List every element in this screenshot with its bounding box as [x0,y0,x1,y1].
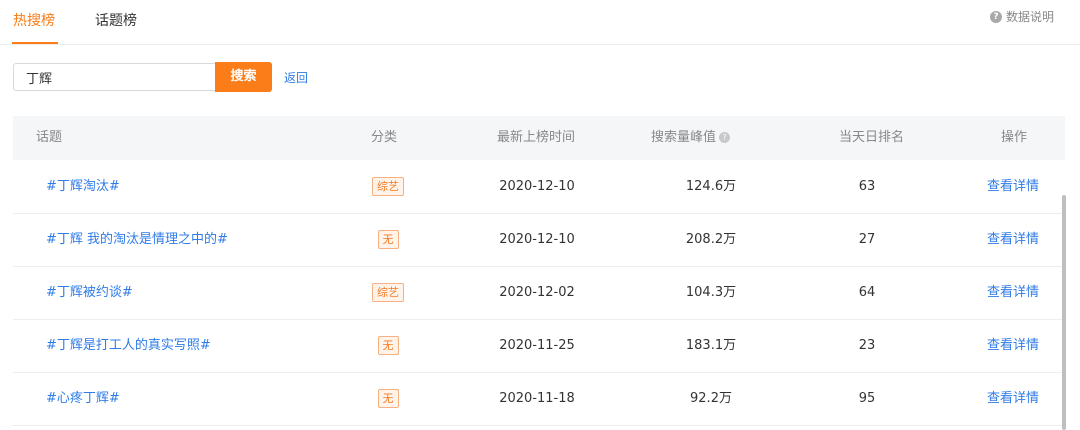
category-cell: 无 [362,213,414,266]
header-action: 操作 [1001,130,1028,145]
view-details-link[interactable]: 查看详情 [973,213,1053,266]
table-header: 话题 分类 最新上榜时间 搜索量峰值? 当天日排名 操作 [13,116,1065,160]
category-badge: 无 [377,389,399,408]
date-cell: 2020-12-10 [499,179,575,194]
category-badge: 综艺 [372,177,404,196]
header-latest-time: 最新上榜时间 [497,130,576,145]
tab-bar: 热搜榜 话题榜 ? 数据说明 [0,0,1080,45]
topic-link[interactable]: #丁辉淘汰# [46,160,120,213]
view-details-link[interactable]: 查看详情 [973,266,1053,319]
search-input[interactable] [13,63,215,91]
data-explanation-link[interactable]: ? 数据说明 [989,8,1054,25]
peak-cell: 124.6万 [685,179,737,194]
back-link[interactable]: 返回 [284,69,308,86]
date-cell: 2020-12-02 [499,285,575,300]
header-peak: 搜索量峰值? [651,116,731,160]
tab-topic-list[interactable]: 话题榜 [95,10,137,30]
category-cell: 无 [362,372,414,425]
peak-cell: 104.3万 [685,285,737,300]
topic-link[interactable]: #丁辉 我的淘汰是情理之中的# [46,213,228,266]
header-rank: 当天日排名 [839,130,905,145]
info-icon[interactable]: ? [719,132,731,143]
date-cell: 2020-11-25 [499,338,575,353]
table-row: #丁辉被约谈# 综艺 2020-12-02 104.3万 64 查看详情 [13,266,1065,320]
rank-cell: 64 [858,285,876,300]
topic-link[interactable]: #丁辉是打工人的真实写照# [46,319,211,372]
rank-cell: 23 [858,338,876,353]
tab-hot-search[interactable]: 热搜榜 [13,10,55,30]
header-peak-label: 搜索量峰值 [651,130,717,145]
peak-cell: 92.2万 [690,391,732,406]
table-row: #丁辉是打工人的真实写照# 无 2020-11-25 183.1万 23 查看详… [13,319,1065,373]
table-row: #丁辉 我的淘汰是情理之中的# 无 2020-12-10 208.2万 27 查… [13,213,1065,267]
table-row: #丁辉淘汰# 综艺 2020-12-10 124.6万 63 查看详情 [13,160,1065,214]
question-circle-icon: ? [989,10,1002,23]
category-cell: 综艺 [362,266,414,319]
date-cell: 2020-11-18 [499,391,575,406]
date-cell: 2020-12-10 [499,232,575,247]
header-category: 分类 [371,130,398,145]
rank-cell: 95 [858,391,876,406]
category-cell: 无 [362,319,414,372]
view-details-link[interactable]: 查看详情 [973,319,1053,372]
peak-cell: 208.2万 [685,232,737,247]
topic-link[interactable]: #心疼丁辉# [46,372,120,425]
view-details-link[interactable]: 查看详情 [973,372,1053,425]
vertical-scrollbar[interactable] [1062,195,1066,430]
view-details-link[interactable]: 查看详情 [973,160,1053,213]
header-topic: 话题 [36,130,63,145]
data-explanation-label: 数据说明 [1005,10,1054,24]
category-badge: 综艺 [372,283,404,302]
topic-link[interactable]: #丁辉被约谈# [46,266,133,319]
table-row: #心疼丁辉# 无 2020-11-18 92.2万 95 查看详情 [13,372,1065,426]
rank-cell: 63 [858,179,876,194]
peak-cell: 183.1万 [685,338,737,353]
category-badge: 无 [377,230,399,249]
category-badge: 无 [377,336,399,355]
search-button[interactable]: 搜索 [215,62,272,92]
active-tab-indicator [12,42,58,44]
rank-cell: 27 [858,232,876,247]
category-cell: 综艺 [362,160,414,213]
